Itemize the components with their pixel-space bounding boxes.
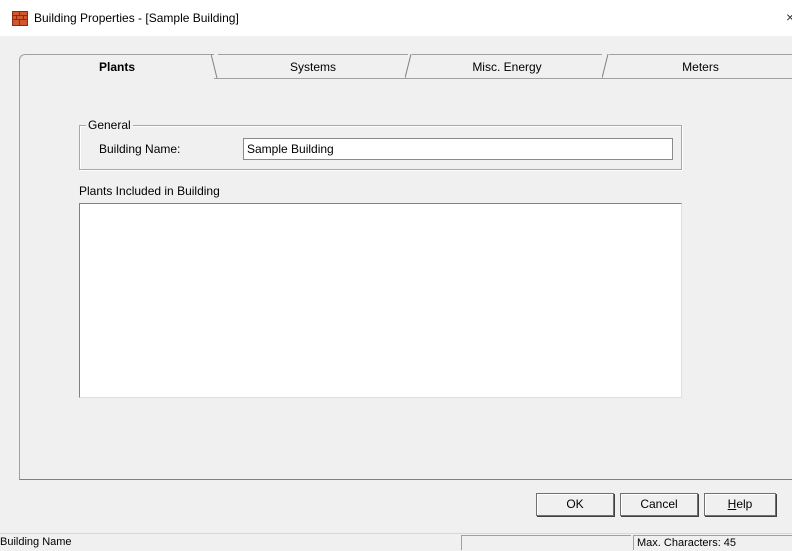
tab-systems[interactable]: Systems (218, 54, 408, 79)
tab-meters[interactable]: Meters (609, 54, 792, 79)
tab-plants[interactable]: Plants (19, 54, 214, 80)
help-button[interactable]: Help (704, 493, 776, 516)
cancel-button[interactable]: Cancel (620, 493, 698, 516)
help-button-label: elp (736, 497, 753, 511)
plants-list-label: Plants Included in Building (79, 184, 220, 198)
window-title: Building Properties - [Sample Building] (34, 11, 239, 25)
tab-label: Misc. Energy (472, 60, 542, 74)
status-bar: Building Name Max. Characters: 45 (0, 533, 792, 550)
building-icon (12, 11, 28, 26)
status-max-characters: Max. Characters: 45 (633, 535, 792, 550)
general-group-title: General (86, 118, 133, 132)
status-middle-pane (461, 535, 631, 550)
title-bar: Building Properties - [Sample Building] … (0, 0, 792, 36)
status-hint: Building Name (0, 536, 72, 548)
tab-misc-energy[interactable]: Misc. Energy (412, 54, 602, 79)
cancel-button-label: Cancel (640, 497, 678, 511)
tab-label: Meters (682, 60, 719, 74)
tab-panel-top-edge (214, 78, 792, 79)
close-icon[interactable]: × (786, 9, 792, 25)
ok-button[interactable]: OK (536, 493, 614, 516)
tab-label: Systems (289, 60, 336, 74)
tab-label: Plants (98, 60, 135, 74)
building-name-input[interactable] (243, 138, 673, 160)
ok-button-label: OK (566, 497, 584, 511)
building-name-label: Building Name: (99, 142, 181, 156)
tab-strip: Plants Systems Misc. Energy Meters (19, 54, 792, 80)
plants-listbox[interactable] (79, 203, 682, 398)
